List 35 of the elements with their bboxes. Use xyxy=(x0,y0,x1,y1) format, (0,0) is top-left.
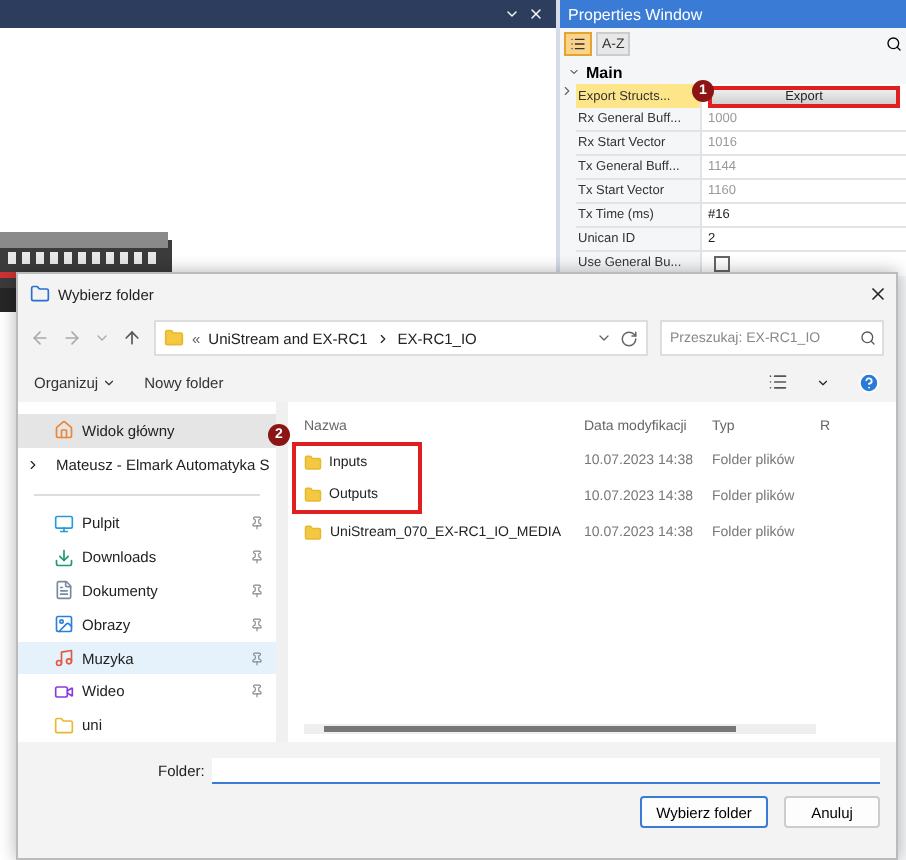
categorized-button[interactable] xyxy=(564,32,592,56)
download-icon xyxy=(54,547,74,568)
search-icon[interactable] xyxy=(886,36,902,52)
folder-icon xyxy=(54,715,74,736)
home-icon xyxy=(54,420,74,441)
folder-icon xyxy=(164,328,184,348)
caret-icon xyxy=(102,375,117,389)
desktop-icon xyxy=(54,513,74,534)
dropdown-icon[interactable] xyxy=(504,6,520,22)
help-icon[interactable] xyxy=(858,371,880,393)
close-icon[interactable] xyxy=(868,284,888,304)
properties-window-title: Properties Window xyxy=(560,0,906,28)
expand-icon[interactable] xyxy=(26,457,40,472)
collapse-icon[interactable] xyxy=(568,66,580,78)
folder-icon xyxy=(303,485,321,503)
refresh-icon[interactable] xyxy=(620,329,638,347)
music-icon xyxy=(54,648,74,669)
folder-input[interactable] xyxy=(212,758,880,784)
folder-icon xyxy=(304,523,322,541)
document-icon xyxy=(54,580,74,601)
video-icon xyxy=(54,681,74,702)
scrollbar[interactable] xyxy=(304,724,816,734)
caret-icon[interactable] xyxy=(816,375,830,389)
section-label: Main xyxy=(586,63,623,81)
list-icon xyxy=(570,36,586,52)
folder-icon xyxy=(30,284,50,304)
dropdown-icon[interactable] xyxy=(596,330,612,346)
image-icon xyxy=(54,614,74,635)
view-icon[interactable] xyxy=(768,372,788,392)
checkbox[interactable] xyxy=(714,256,730,272)
close-icon[interactable] xyxy=(528,6,544,22)
separator-icon xyxy=(375,331,390,345)
search-icon xyxy=(860,330,876,346)
up-icon[interactable] xyxy=(122,328,142,348)
folder-icon xyxy=(303,453,321,471)
